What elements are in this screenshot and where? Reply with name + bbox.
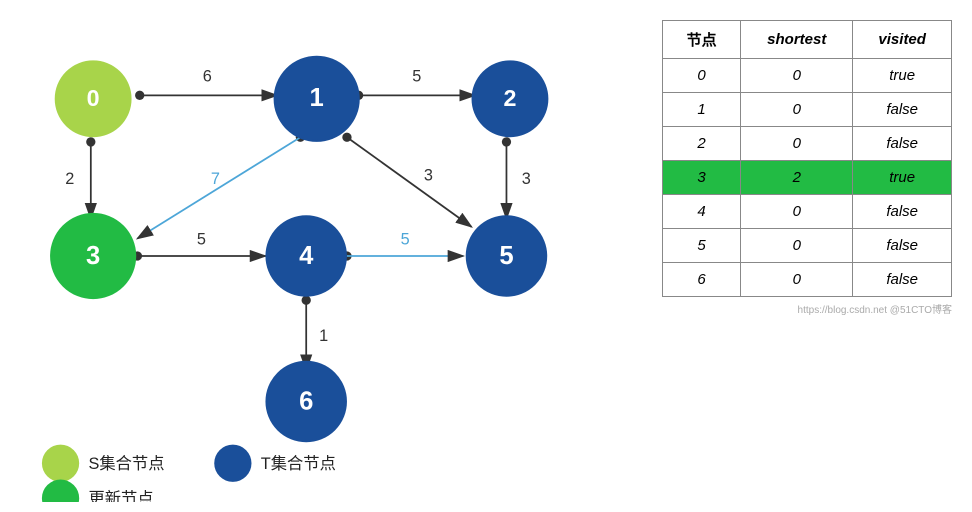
table-row-4: 40false xyxy=(663,195,952,229)
table-row-2: 20false xyxy=(663,127,952,161)
node-5-label: 5 xyxy=(499,242,513,270)
node-0-label: 0 xyxy=(87,85,100,111)
edge-label-2-5: 3 xyxy=(522,170,531,188)
edge-label-0-1: 6 xyxy=(203,67,212,85)
table-cell-visited-1: false xyxy=(853,93,952,127)
legend-s-set-circle xyxy=(42,445,79,482)
node-6-label: 6 xyxy=(299,388,313,416)
table-cell-shortest-4: 0 xyxy=(741,195,853,229)
table-cell-shortest-3: 2 xyxy=(741,161,853,195)
table-area: 节点 shortest visited 00true10false20false… xyxy=(652,10,972,326)
node-3-label: 3 xyxy=(86,242,100,270)
col-header-node: 节点 xyxy=(663,21,741,59)
table-row-0: 00true xyxy=(663,59,952,93)
table-row-5: 50false xyxy=(663,229,952,263)
table-cell-visited-2: false xyxy=(853,127,952,161)
node-2-label: 2 xyxy=(503,85,516,111)
legend-s-set-label: S集合节点 xyxy=(88,455,164,473)
table-cell-node-0: 0 xyxy=(663,59,741,93)
table-cell-node-1: 1 xyxy=(663,93,741,127)
table-cell-visited-4: false xyxy=(853,195,952,229)
graph-svg: 6 5 2 7 3 3 5 xyxy=(0,10,652,502)
table-row-3: 32true xyxy=(663,161,952,195)
table-cell-shortest-0: 0 xyxy=(741,59,853,93)
edge-label-1-2: 5 xyxy=(412,67,421,85)
table-cell-visited-0: true xyxy=(853,59,952,93)
col-header-shortest: shortest xyxy=(741,21,853,59)
legend-t-set-label: T集合节点 xyxy=(261,455,336,473)
table-cell-shortest-6: 0 xyxy=(741,263,853,297)
table-row-6: 60false xyxy=(663,263,952,297)
edge-label-4-6: 1 xyxy=(319,327,328,345)
data-table: 节点 shortest visited 00true10false20false… xyxy=(662,20,952,297)
edge-label-1-5: 3 xyxy=(424,166,433,184)
table-cell-node-2: 2 xyxy=(663,127,741,161)
table-cell-node-4: 4 xyxy=(663,195,741,229)
table-cell-visited-3: true xyxy=(853,161,952,195)
main-container: 6 5 2 7 3 3 5 xyxy=(0,0,972,512)
table-cell-visited-6: false xyxy=(853,263,952,297)
edge-label-1-3: 7 xyxy=(211,170,220,188)
table-cell-node-5: 5 xyxy=(663,229,741,263)
table-cell-shortest-5: 0 xyxy=(741,229,853,263)
table-cell-node-6: 6 xyxy=(663,263,741,297)
legend-update-label: 更新节点 xyxy=(88,490,153,502)
edge-label-3-4: 5 xyxy=(197,230,206,248)
table-cell-shortest-2: 0 xyxy=(741,127,853,161)
table-row-1: 10false xyxy=(663,93,952,127)
edge-1-5 xyxy=(347,137,472,227)
node-1-label: 1 xyxy=(310,84,324,112)
table-cell-node-3: 3 xyxy=(663,161,741,195)
edge-label-4-5: 5 xyxy=(401,230,410,248)
legend-update-circle xyxy=(42,480,79,502)
legend-t-set-circle xyxy=(214,445,251,482)
graph-area: 6 5 2 7 3 3 5 xyxy=(0,10,652,502)
table-cell-visited-5: false xyxy=(853,229,952,263)
edge-1-3 xyxy=(137,137,300,238)
table-cell-shortest-1: 0 xyxy=(741,93,853,127)
edge-label-0-3: 2 xyxy=(65,170,74,188)
node-4-label: 4 xyxy=(299,242,314,270)
col-header-visited: visited xyxy=(853,21,952,59)
watermark: https://blog.csdn.net @51CTO博客 xyxy=(662,301,952,316)
